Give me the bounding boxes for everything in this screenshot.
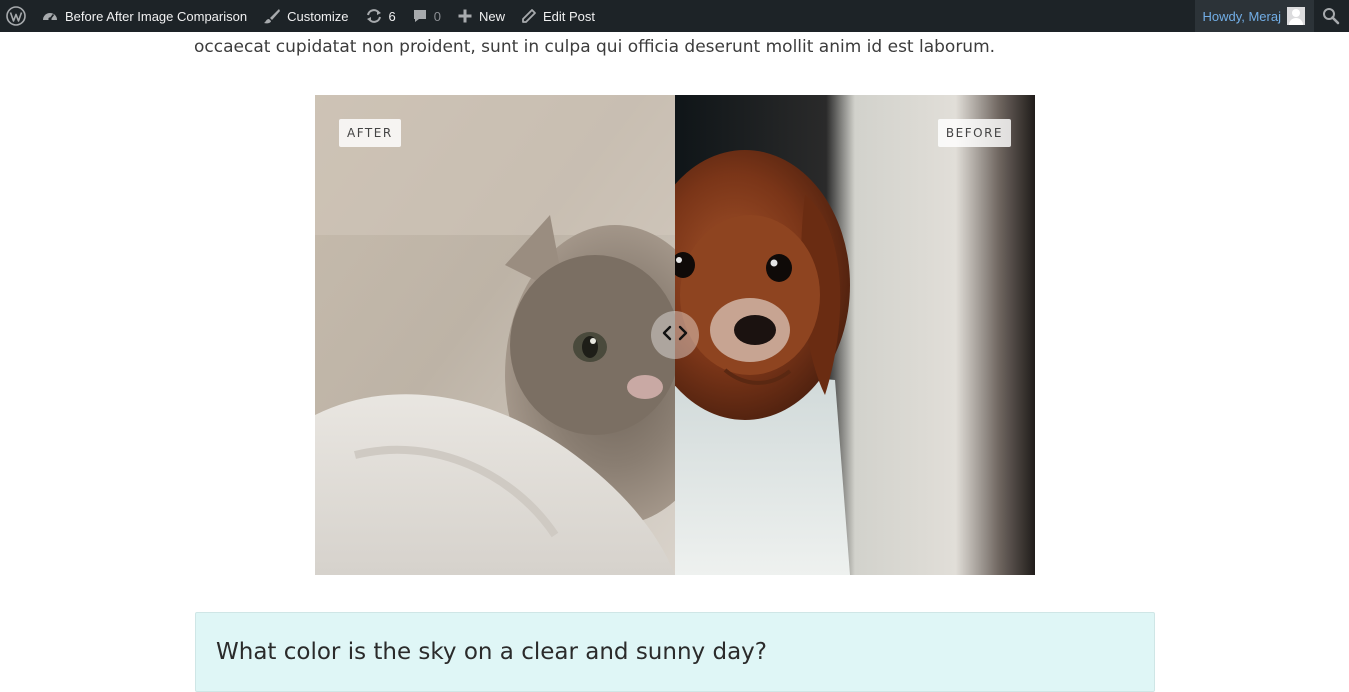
customize-label: Customize: [287, 8, 349, 24]
quiz-question: What color is the sky on a clear and sun…: [216, 639, 767, 665]
edit-post-link[interactable]: Edit Post: [513, 0, 603, 32]
customize-link[interactable]: Customize: [255, 0, 356, 32]
comments-count: 0: [433, 8, 441, 24]
after-label: AFTER: [339, 119, 401, 147]
updates-count: 6: [388, 8, 396, 24]
brush-icon: [263, 7, 281, 25]
search-icon: [1322, 7, 1340, 25]
updates-link[interactable]: 6: [357, 0, 404, 32]
before-image: [675, 95, 1035, 575]
comparison-slider-handle[interactable]: [651, 311, 699, 359]
pencil-icon: [521, 8, 537, 24]
drag-arrows-icon: [661, 325, 689, 346]
before-label: BEFORE: [937, 119, 1011, 147]
wordpress-logo-icon: [6, 6, 26, 26]
my-account-link[interactable]: Howdy, Meraj: [1195, 0, 1314, 32]
plus-icon: [457, 8, 473, 24]
edit-post-label: Edit Post: [543, 8, 596, 24]
admin-search[interactable]: [1314, 0, 1349, 32]
quiz-block: What color is the sky on a clear and sun…: [195, 612, 1155, 692]
before-after-comparison[interactable]: AFTER BEFORE: [315, 95, 1035, 575]
after-image: [315, 95, 675, 575]
admin-bar: Before After Image Comparison Customize …: [0, 0, 1349, 32]
howdy-text: Howdy, Meraj: [1202, 8, 1281, 24]
comments-link[interactable]: 0: [404, 0, 449, 32]
new-label: New: [478, 8, 505, 24]
avatar: [1287, 7, 1305, 25]
site-title: Before After Image Comparison: [65, 8, 248, 24]
dashboard-icon: [41, 7, 59, 25]
intro-paragraph: occaecat cupidatat non proident, sunt in…: [194, 37, 996, 57]
admin-bar-secondary: Howdy, Meraj: [1195, 0, 1349, 32]
wordpress-menu[interactable]: [0, 0, 33, 32]
new-content-link[interactable]: New: [449, 0, 513, 32]
site-name-link[interactable]: Before After Image Comparison: [33, 0, 255, 32]
updates-icon: [365, 7, 383, 25]
comment-icon: [412, 8, 428, 24]
